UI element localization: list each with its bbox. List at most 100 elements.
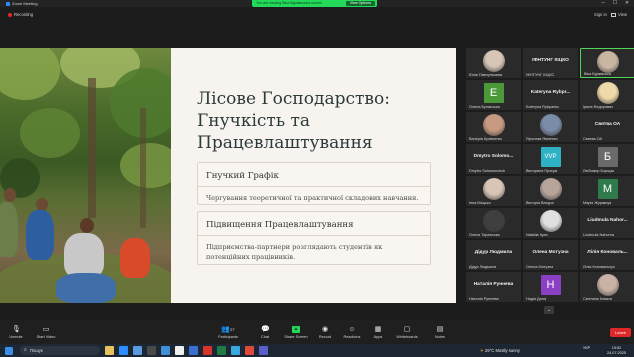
apps-label: Apps	[373, 335, 383, 339]
mail-icon[interactable]	[161, 346, 170, 355]
participant-tile[interactable]: M Марія Журавчук	[580, 176, 634, 206]
recording-indicator[interactable]: Recording	[8, 11, 33, 18]
participant-display-name: Dmytro Solomo...	[473, 154, 514, 159]
close-button[interactable]: ✕	[621, 0, 633, 7]
view-button[interactable]: View	[611, 11, 627, 18]
reactions-icon: ☺	[348, 326, 356, 333]
participant-name: Світлана Коваль	[583, 297, 613, 301]
participant-name: Олена Мотузна	[526, 265, 554, 269]
participant-display-name: Олена Мотузна	[532, 250, 569, 255]
participant-video	[482, 50, 505, 72]
zoom-window: Zoom Meeting You are viewing Віка Бурків…	[0, 0, 634, 357]
app-title: Zoom Meeting	[12, 1, 38, 6]
maximize-button[interactable]: ☐	[609, 0, 621, 7]
photos-icon[interactable]	[175, 346, 184, 355]
participant-name: Nataliia Ilyan	[526, 233, 548, 237]
whiteboards-label: Whiteboards	[396, 335, 418, 339]
record-icon: ◉	[321, 326, 329, 333]
slide-card: Гнучкий Графік Чергування теоретичної та…	[197, 162, 431, 205]
chat-icon: 💬	[261, 326, 270, 333]
participant-name: Олена Булаєська	[469, 105, 500, 109]
excel-icon[interactable]	[217, 346, 226, 355]
participant-video	[539, 114, 562, 136]
leave-button[interactable]: Leave	[610, 328, 631, 337]
person-body	[0, 202, 18, 257]
participant-tile[interactable]: Ярослав Ямненко	[523, 112, 578, 142]
notes-icon: ▤	[436, 326, 444, 333]
weather-widget[interactable]: ☀ 29°C Mostly sunny	[480, 344, 520, 357]
participants-count: 27	[230, 327, 235, 332]
system-tray[interactable]: УКР	[583, 346, 590, 351]
participant-tile[interactable]: Олена Мотузна Олена Мотузна	[523, 240, 578, 270]
participant-tile[interactable]: E Олена Булаєська	[466, 80, 521, 110]
participant-tile[interactable]: ІФНТУНГ КІЦКО ІФНТУНГ КІЦКО	[523, 48, 578, 78]
participant-tile[interactable]: Dmytro Solomo... Dmytro Solomonchuk	[466, 144, 521, 174]
notes-button[interactable]: ▤ Notes	[420, 326, 460, 339]
participant-name: Вікторія Вахура	[526, 201, 554, 205]
participant-tile[interactable]: Nataliia Ilyan	[523, 208, 578, 238]
start-video-button[interactable]: ▭ Start Video	[26, 326, 66, 339]
participant-name: Наталія Руннева	[469, 297, 499, 301]
participant-video	[482, 210, 505, 232]
participant-tile[interactable]: Б Любомир Борщак	[580, 144, 634, 174]
windows-start-icon[interactable]	[5, 346, 13, 355]
windows-taskbar: ⌕ Пошук ☀ 29°C Mostly sunny УКР 15:52 24.0…	[0, 344, 634, 357]
store-icon[interactable]	[147, 346, 156, 355]
card-body: Чергування теоретичної та практичної скл…	[206, 194, 419, 202]
participant-name: Liudmula Nahorna	[583, 233, 615, 237]
language-indicator: УКР	[583, 346, 591, 350]
participant-tile[interactable]: Ірина Федорович	[580, 80, 634, 110]
chrome-icon[interactable]	[245, 346, 254, 355]
record-label: Record	[318, 335, 332, 339]
person-body	[120, 238, 150, 278]
start-video-label: Start Video	[36, 335, 56, 339]
participant-video	[539, 178, 562, 200]
participant-tile[interactable]: Лілія Коноваль... Лілія Коновальчук	[580, 240, 634, 270]
minimize-button[interactable]: –	[597, 0, 609, 7]
share-screen-icon: ▲	[292, 326, 300, 333]
participant-tile[interactable]: H Надія Далік	[523, 272, 578, 302]
slide-card: Підвищення Працевлаштування Підприємства…	[197, 211, 431, 265]
participant-tile[interactable]: Наталія Руннева Наталія Руннева	[466, 272, 521, 302]
zoom-taskbar-icon[interactable]	[119, 346, 128, 355]
participant-tile[interactable]: Віка Бурківська	[580, 48, 634, 78]
sign-in-link[interactable]: Sign in	[594, 11, 607, 18]
participant-tile[interactable]: Kateryna Rybpr... Kateryna Rybpanko	[523, 80, 578, 110]
gallery-next-page-icon[interactable]: ⌄	[544, 306, 554, 314]
participant-tile[interactable]: Світлана Коваль	[580, 272, 634, 302]
app-title-area: Zoom Meeting	[6, 0, 38, 7]
participant-display-name: Liudmula Nahor...	[587, 218, 628, 223]
participant-tile[interactable]: Валерія Кравченко	[466, 112, 521, 142]
taskbar-clock[interactable]: 15:52 24.07.2025	[607, 346, 626, 355]
participant-video	[482, 178, 505, 200]
person-head	[80, 218, 94, 233]
powerpoint-icon[interactable]	[203, 346, 212, 355]
participant-tile[interactable]: Святва ОА Святва ОА	[580, 112, 634, 142]
participant-display-name: Лілія Коноваль...	[587, 250, 628, 255]
apps-icon: ▦	[374, 326, 382, 333]
participant-display-name: ІФНТУНГ КІЦКО	[532, 58, 569, 63]
taskbar-search[interactable]: ⌕ Пошук	[20, 346, 100, 355]
participant-tile[interactable]: Liudmula Nahor... Liudmula Nahorna	[580, 208, 634, 238]
participant-name: Юлія Павлунішина	[469, 73, 503, 77]
camera-icon: ▭	[42, 326, 50, 333]
telegram-icon[interactable]	[231, 346, 240, 355]
participant-name: Олеся Таранська	[469, 233, 500, 237]
title-bar: Zoom Meeting You are viewing Віка Бурків…	[0, 0, 634, 7]
participant-tile[interactable]: Дідур Людмила Дідур Людмила	[466, 240, 521, 270]
word-icon[interactable]	[189, 346, 198, 355]
view-options-button[interactable]: View Options	[345, 1, 375, 6]
participants-button[interactable]: 👥27 Participants	[208, 326, 248, 339]
participant-tile[interactable]: Олеся Таранська	[466, 208, 521, 238]
participant-tile[interactable]: VVP Вікторина Процик	[523, 144, 578, 174]
teams-icon[interactable]	[259, 346, 268, 355]
participant-tile[interactable]: Інна Мацько	[466, 176, 521, 206]
weather-text: 29°C Mostly sunny	[484, 348, 520, 353]
card-divider	[198, 186, 430, 187]
edge-icon[interactable]	[133, 346, 142, 355]
chat-label: Chat	[260, 335, 270, 339]
file-explorer-icon[interactable]	[105, 346, 114, 355]
participant-tile[interactable]: Юлія Павлунішина	[466, 48, 521, 78]
participant-tile[interactable]: Вікторія Вахура	[523, 176, 578, 206]
viewing-banner-text: You are viewing Віка Бурківська's screen	[256, 1, 322, 5]
